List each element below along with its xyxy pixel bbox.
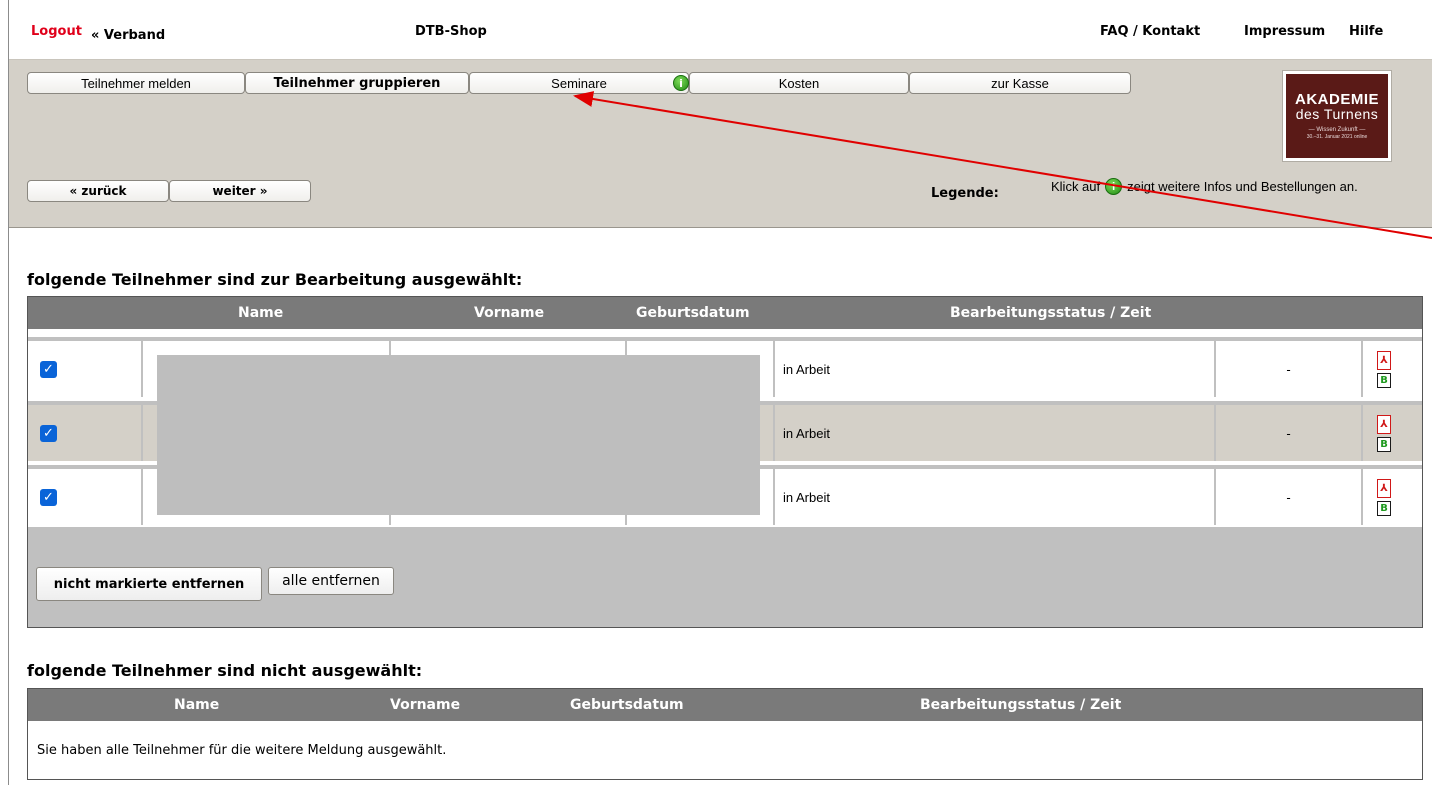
legend-suffix: zeigt weitere Infos und Bestellungen an. <box>1127 179 1358 194</box>
pdf-icon[interactable]: ⅄ <box>1377 350 1391 370</box>
help-link[interactable]: Hilfe <box>1349 24 1383 39</box>
legend-prefix: Klick auf <box>1051 179 1101 194</box>
column-name: Name <box>238 305 284 321</box>
tab-zur-kasse[interactable]: zur Kasse <box>909 72 1131 94</box>
back-button[interactable]: « zurück <box>27 180 169 202</box>
logo-title: AKADEMIE <box>1294 90 1379 108</box>
table-header: Name Vorname Geburtsdatum Bearbeitungsst… <box>28 689 1422 721</box>
faq-contact-link[interactable]: FAQ / Kontakt <box>1100 24 1200 39</box>
remove-unmarked-button[interactable]: nicht markierte entfernen <box>36 567 262 601</box>
document-b-icon[interactable]: B <box>1377 372 1391 388</box>
column-geburtsdatum: Geburtsdatum <box>636 305 750 321</box>
table-actions: nicht markierte entfernen alle entfernen <box>28 527 1422 627</box>
row-checkbox[interactable]: ✓ <box>40 488 57 506</box>
redacted-area <box>157 355 760 515</box>
shop-title: DTB-Shop <box>415 24 487 39</box>
legend-label: Legende: <box>931 186 999 201</box>
unselected-section-title: folgende Teilnehmer sind nicht ausgewähl… <box>27 661 423 680</box>
column-status: Bearbeitungsstatus / Zeit <box>920 697 1122 713</box>
unselected-participants-table: Name Vorname Geburtsdatum Bearbeitungsst… <box>27 688 1423 780</box>
legend-info-icon: i <box>1105 178 1123 195</box>
time-value: - <box>1286 489 1291 505</box>
time-value: - <box>1286 361 1291 377</box>
column-name: Name <box>174 697 220 713</box>
row-checkbox[interactable]: ✓ <box>40 424 57 442</box>
tab-kosten[interactable]: Kosten <box>689 72 909 94</box>
status-text: in Arbeit <box>783 361 830 377</box>
logout-link[interactable]: Logout <box>31 24 82 39</box>
selected-participants-table: Name Vorname Geburtsdatum Bearbeitungsst… <box>27 296 1423 628</box>
logo-tagline: — Wissen Zukunft — <box>1308 126 1366 133</box>
empty-message: Sie haben alle Teilnehmer für die weiter… <box>37 742 447 758</box>
remove-all-button[interactable]: alle entfernen <box>268 567 394 595</box>
info-icon[interactable]: i <box>673 75 689 91</box>
logo-badge: AKADEMIE des Turnens — Wissen Zukunft — … <box>1286 74 1388 158</box>
tab-teilnehmer-melden[interactable]: Teilnehmer melden <box>27 72 245 94</box>
akademie-logo: AKADEMIE des Turnens — Wissen Zukunft — … <box>1282 70 1392 162</box>
logo-subtitle: des Turnens <box>1295 106 1379 123</box>
pdf-icon[interactable]: ⅄ <box>1377 478 1391 498</box>
tab-teilnehmer-gruppieren[interactable]: Teilnehmer gruppieren <box>245 72 469 94</box>
tab-seminare[interactable]: Seminare <box>469 72 689 94</box>
selected-section-title: folgende Teilnehmer sind zur Bearbeitung… <box>27 270 523 289</box>
logo-date: 30.–31. Januar 2021 online <box>1306 134 1368 141</box>
toolbar: Teilnehmer melden Teilnehmer gruppieren … <box>9 60 1432 228</box>
document-b-icon[interactable]: B <box>1377 500 1391 516</box>
verband-link[interactable]: « Verband <box>91 28 165 43</box>
column-geburtsdatum: Geburtsdatum <box>570 697 684 713</box>
column-vorname: Vorname <box>390 697 461 713</box>
top-bar: Logout « Verband DTB-Shop FAQ / Kontakt … <box>9 0 1432 60</box>
app-window: Logout « Verband DTB-Shop FAQ / Kontakt … <box>8 0 1432 785</box>
time-value: - <box>1286 425 1291 441</box>
pdf-icon[interactable]: ⅄ <box>1377 414 1391 434</box>
column-status: Bearbeitungsstatus / Zeit <box>950 305 1152 321</box>
impressum-link[interactable]: Impressum <box>1244 24 1325 39</box>
table-header: Name Vorname Geburtsdatum Bearbeitungsst… <box>28 297 1422 329</box>
column-vorname: Vorname <box>474 305 545 321</box>
status-text: in Arbeit <box>783 489 830 505</box>
row-checkbox[interactable]: ✓ <box>40 360 57 378</box>
status-text: in Arbeit <box>783 425 830 441</box>
legend-text: Klick auf i zeigt weitere Infos und Best… <box>1051 178 1358 195</box>
next-button[interactable]: weiter » <box>169 180 311 202</box>
document-b-icon[interactable]: B <box>1377 436 1391 452</box>
